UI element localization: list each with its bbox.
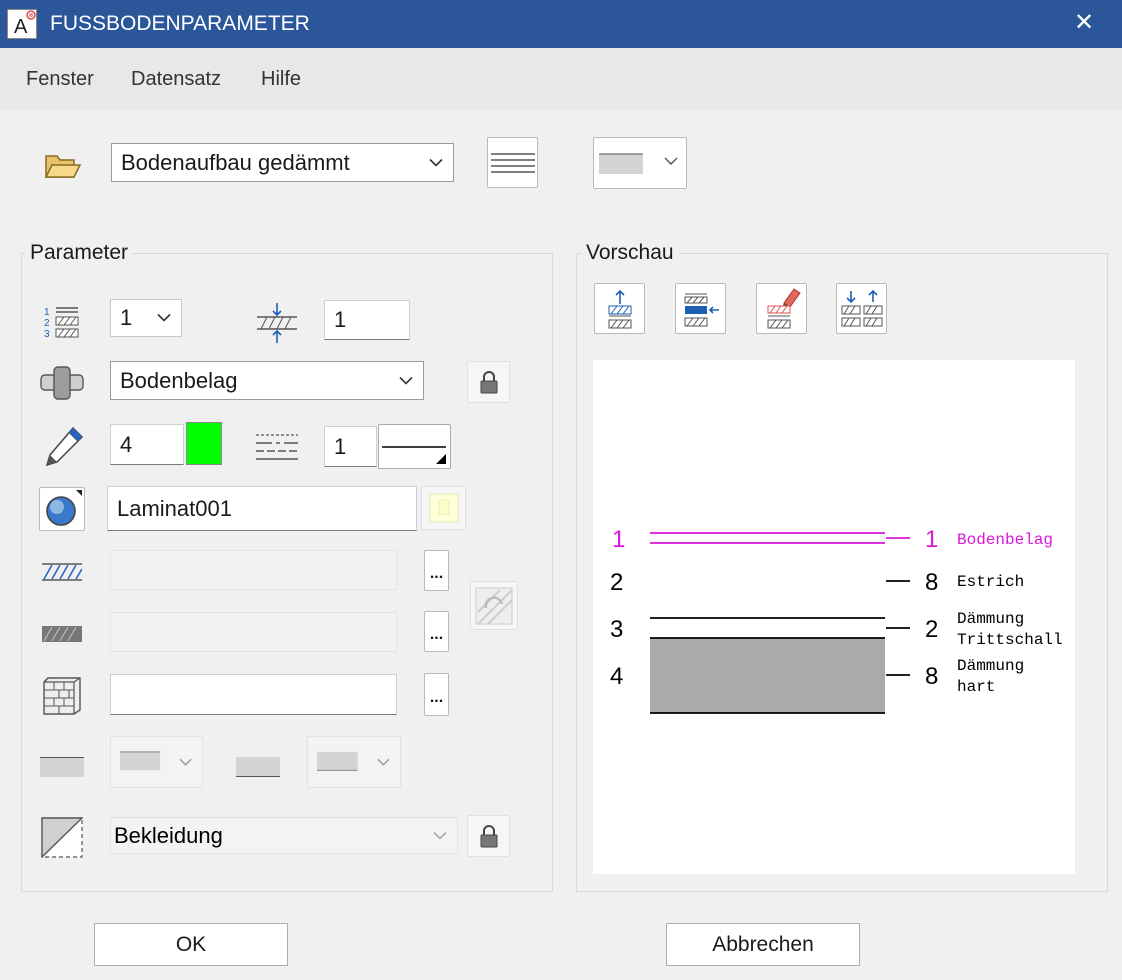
layer-type-icon [40,366,84,400]
rotate-pattern-icon [475,587,513,625]
layer-name-daemmung-2: Dämmung [957,657,1024,675]
pattern-input[interactable] [110,612,397,652]
preview-canvas: 1 2 3 4 1 8 2 8 Bodenbelag Estrich Dämmu… [593,360,1075,874]
layer-up-icon [608,289,631,328]
app-icon: A [7,9,37,39]
layer-offset-input[interactable]: 1 [324,300,410,340]
chevron-down-icon [399,376,413,385]
edit-layer-button[interactable] [756,283,807,334]
line-weight-icon [381,445,446,464]
svg-text:1: 1 [44,307,50,318]
menu-fenster[interactable]: Fenster [26,68,94,91]
right-number-2: 8 [925,569,938,596]
preset-select[interactable]: Bodenaufbau gedämmt [111,143,454,182]
layer-lines-icon [490,152,535,173]
svg-text:2: 2 [44,318,50,329]
cancel-button[interactable]: Abbrechen [666,923,860,966]
layer-name-trittschall: Trittschall [957,631,1063,649]
chevron-down-icon [664,157,678,166]
layer-offset-icon [257,303,297,343]
right-number-4: 8 [925,663,938,690]
menu-hilfe[interactable]: Hilfe [261,68,301,91]
surface-browse-button[interactable]: ... [424,673,449,716]
cladding-select[interactable]: Bekleidung [110,817,458,854]
layer-type-select[interactable]: Bodenbelag [110,361,424,400]
window-title: FUSSBODENPARAMETER [50,12,310,35]
line-type-icon [256,432,298,462]
texture-button[interactable] [421,486,466,530]
cladding-value: Bekleidung [114,822,223,848]
preset-select-value: Bodenaufbau gedämmt [121,149,350,175]
hatch-gray-icon [42,625,82,643]
hatch-blue-icon [42,563,83,581]
layer-name-estrich: Estrich [957,573,1024,591]
folder-open-icon[interactable] [44,150,82,182]
layer-name-hart: hart [957,678,995,696]
swap-layers-icon [841,289,882,326]
fill-style-select[interactable] [307,736,401,788]
fill-swatch-icon [236,757,280,777]
layer-number-icon: 1 2 3 [42,304,82,340]
svg-text:A: A [14,16,28,38]
layer-fill-daemmung-hart [650,638,885,713]
rotate-pattern-button[interactable] [470,581,518,630]
pen-icon [43,425,85,467]
hatch-input[interactable] [110,550,397,590]
cladding-icon [41,817,84,859]
chevron-down-icon [377,758,390,766]
material-input[interactable]: Laminat001 [107,486,417,531]
surface-input[interactable] [110,674,397,715]
insert-layer-button[interactable] [675,283,726,334]
floor-section-drawing: 1 2 3 4 1 8 2 8 Bodenbelag Estrich Dämmu… [610,526,1063,714]
close-button[interactable]: ✕ [1066,6,1102,40]
pen-number-input[interactable]: 4 [110,424,184,465]
pattern-browse-button[interactable]: ... [424,611,449,652]
layer-number-value: 1 [120,305,133,330]
svg-text:3: 3 [44,329,50,340]
line-weight-button[interactable] [378,424,451,469]
cladding-lock-button[interactable] [467,815,510,857]
left-number-4: 4 [610,663,623,690]
chevron-down-icon [429,158,443,167]
texture-swatch-icon [429,493,458,523]
line-swatch-icon [40,757,84,777]
edit-layer-icon [767,287,801,328]
chevron-down-icon [157,313,171,322]
layer-name-daemmung-1: Dämmung [957,610,1024,628]
chevron-down-icon [179,758,192,766]
layer-name-bodenbelag: Bodenbelag [957,531,1053,549]
material-button[interactable] [39,487,85,531]
insert-layer-icon [684,293,719,326]
chevron-down-icon [433,831,447,840]
pen-color-swatch[interactable] [186,422,222,465]
menu-datensatz[interactable]: Datensatz [131,68,221,91]
sphere-material-icon [46,490,82,526]
layer-lines-button[interactable] [487,137,538,188]
line-style-select-2[interactable] [110,736,203,788]
line-style-select[interactable] [593,137,687,189]
layer-number-select[interactable]: 1 [110,299,182,337]
right-number-1: 1 [925,526,938,553]
ok-button[interactable]: OK [94,923,288,966]
lock-icon [480,371,497,394]
preview-group-label: Vorschau [582,241,678,265]
layer-type-value: Bodenbelag [120,367,238,393]
swap-layers-button[interactable] [836,283,887,334]
layer-line-bodenbelag [650,532,885,544]
parameter-group-label: Parameter [26,241,133,265]
hatch-browse-button[interactable]: ... [424,550,449,591]
left-number-1: 1 [612,526,625,553]
left-number-3: 3 [610,616,623,643]
layer-up-button[interactable] [594,283,645,334]
left-number-2: 2 [610,569,623,596]
lock-icon [480,825,497,848]
lock-button[interactable] [467,361,510,403]
brick-wall-icon [42,676,82,716]
line-type-input[interactable]: 1 [324,426,377,467]
right-number-3: 2 [925,616,938,643]
